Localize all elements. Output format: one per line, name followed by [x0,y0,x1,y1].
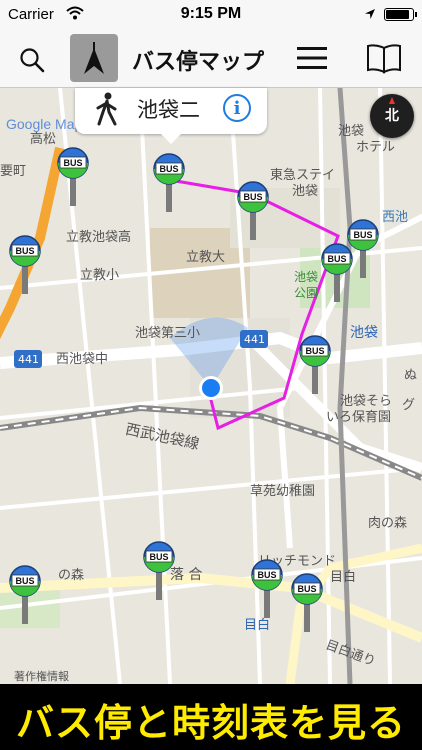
compass-button[interactable]: 北 [370,94,414,138]
route-shield-label: 441 [18,353,39,366]
svg-text:BUS: BUS [257,570,276,580]
map-label: 立教小 [80,268,120,283]
map-label: 池袋 [292,184,319,199]
search-icon[interactable] [16,44,48,76]
svg-text:BUS: BUS [297,584,316,594]
svg-text:BUS: BUS [63,158,82,168]
map-label: 西池 [382,210,409,225]
bus-stop-marker[interactable]: BUS [320,242,354,304]
user-location-dot [202,379,220,397]
page-title: バス停マップ [132,50,265,75]
svg-text:BUS: BUS [149,552,168,562]
map-label: 草苑幼稚園 [250,484,316,499]
bus-stop-marker[interactable]: BUS [142,540,176,602]
compass-north-label: 北 [385,108,399,124]
walking-person-icon[interactable] [93,92,121,132]
bus-stop-marker[interactable]: BUS [250,558,284,620]
bus-stop-marker[interactable]: BUS [8,564,42,626]
hamburger-menu-icon[interactable] [294,42,330,74]
bus-stop-marker[interactable]: BUS [236,180,270,242]
book-icon[interactable] [364,38,404,78]
svg-text:BUS: BUS [305,346,324,356]
map-view[interactable]: 東急ステイ 池袋 池袋 ホテル 西池 立教池袋高 立教大 立教小 池袋第三小 4… [0,88,422,684]
google-logo: Google Map [6,116,83,132]
map-label: 肉の森 [368,516,408,531]
clock: 9:15 PM [180,5,242,22]
svg-text:BUS: BUS [159,164,178,174]
location-mode-button[interactable] [70,34,118,82]
svg-text:BUS: BUS [353,230,372,240]
copyright-link[interactable]: 著作権情報 [14,668,69,684]
map-label: いろ保育園 [326,410,392,425]
map-label: 目白 [330,570,357,585]
navigation-bar: バス停マップ [0,30,422,88]
map-label: の森 [58,568,85,583]
compass-arrow-icon [84,42,104,74]
svg-text:BUS: BUS [327,254,346,264]
svg-text:BUS: BUS [15,576,34,586]
map-label: 公園 [294,286,319,300]
map-label: 池袋第三小 [135,326,201,341]
bus-stop-marker[interactable]: BUS [152,152,186,214]
svg-text:BUS: BUS [243,192,262,202]
bus-stop-marker[interactable]: BUS [8,234,42,296]
bus-stop-callout[interactable]: 池袋二 i [75,88,267,144]
location-arrow-icon [364,7,376,25]
bus-stop-marker[interactable]: BUS [290,572,324,634]
map-label: 池袋 [350,325,378,341]
map-label: グ [402,398,416,413]
svg-text:BUS: BUS [15,246,34,256]
map-label: 要町 [0,164,27,179]
map-label: ぬ [404,368,418,383]
info-icon[interactable]: i [223,94,251,122]
promo-banner: バス停と時刻表を見る [0,684,422,750]
battery-icon [384,8,417,21]
bus-stop-marker[interactable]: BUS [56,146,90,208]
bus-stop-marker[interactable]: BUS [298,334,332,396]
status-bar: Carrier 9:15 PM [0,0,422,30]
map-label: 西池袋中 [56,352,109,367]
callout-title: 池袋二 [137,98,200,122]
map-label: 立教大 [186,250,226,265]
map-label: 池袋 [294,270,319,284]
route-shield-label: 441 [244,333,265,346]
banner-text: バス停と時刻表を見る [15,701,406,745]
map-label: 立教池袋高 [66,230,132,245]
map-label: ホテル [356,140,396,155]
